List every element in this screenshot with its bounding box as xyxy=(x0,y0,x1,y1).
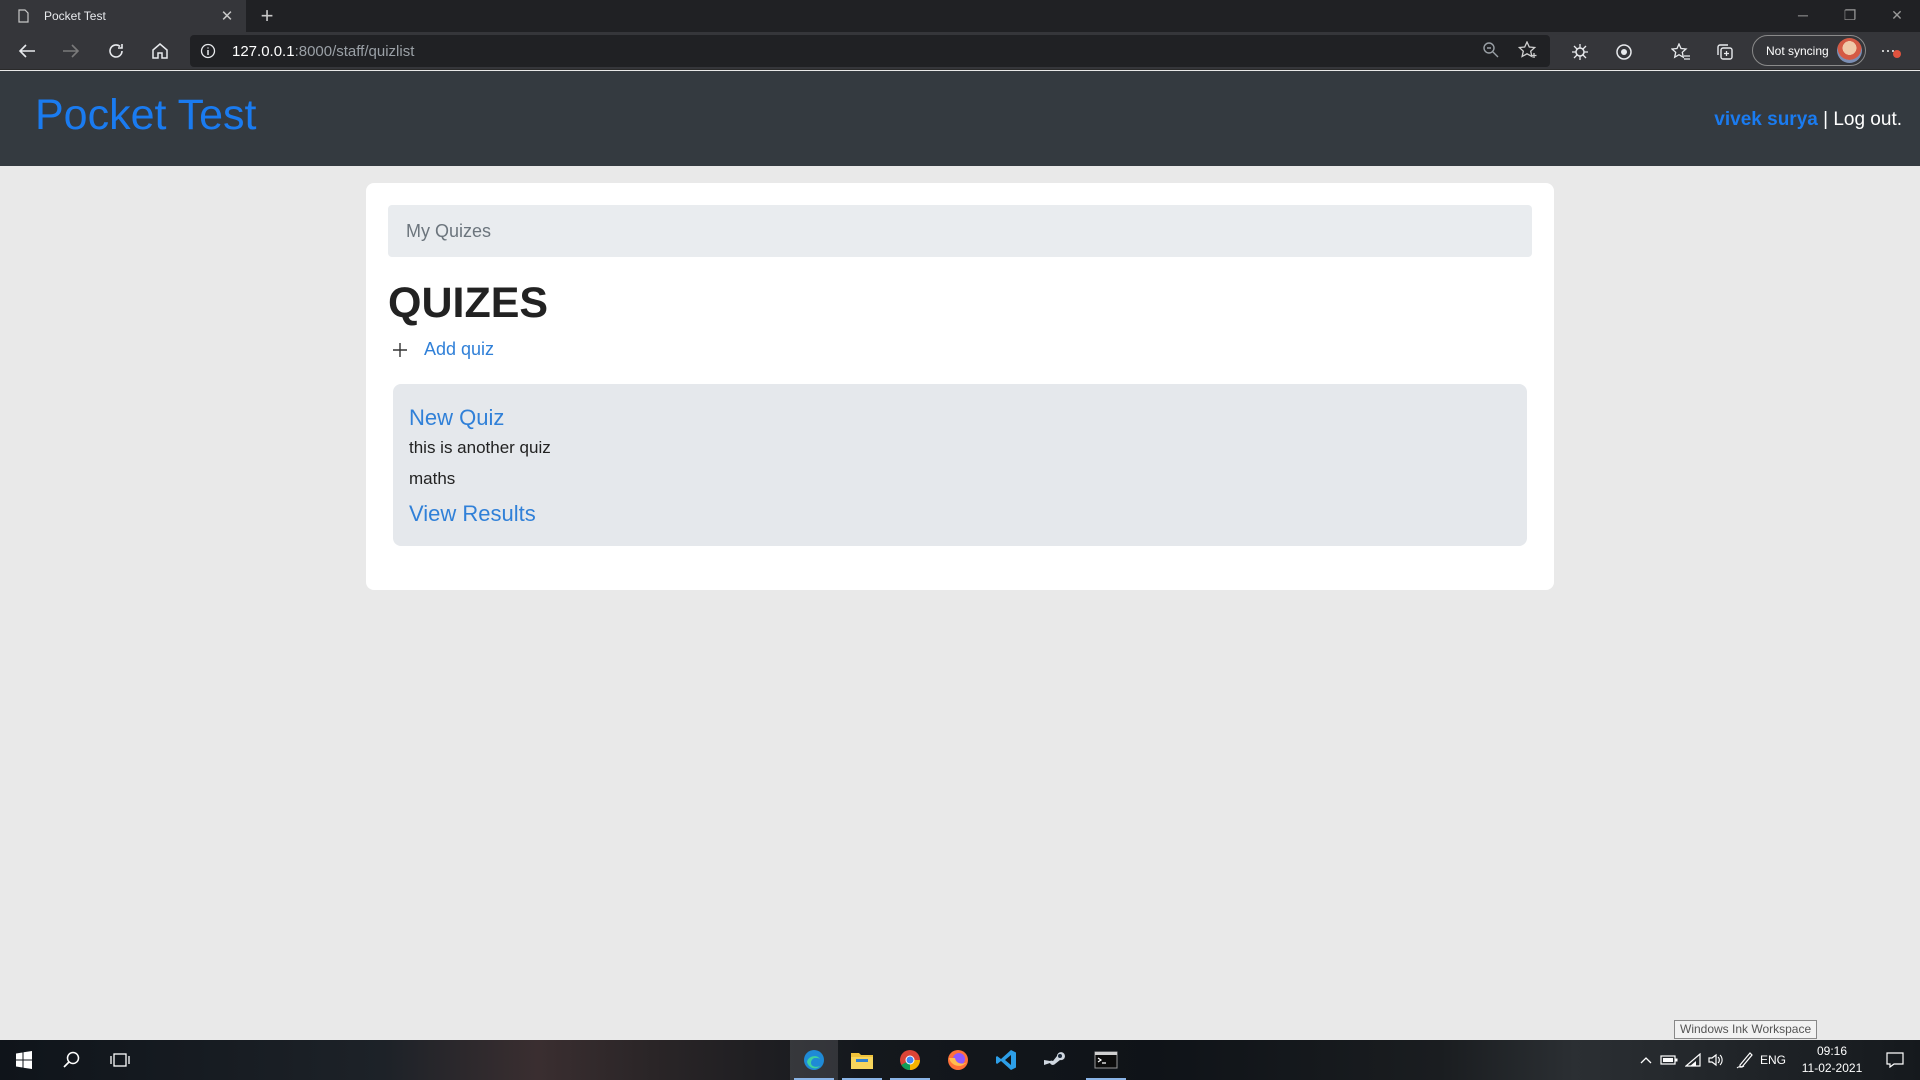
url-host: 127.0.0.1 xyxy=(232,42,295,60)
username-link[interactable]: vivek surya xyxy=(1714,109,1818,130)
settings-more-button[interactable]: ··· xyxy=(1880,40,1901,61)
quiz-description: this is another quiz xyxy=(409,438,551,457)
site-brand[interactable]: Pocket Test xyxy=(35,91,257,140)
address-bar[interactable]: 127.0.0.1:8000/staff/quizlist xyxy=(190,35,1550,67)
record-extension-icon[interactable] xyxy=(1613,41,1635,63)
windows-ink-icon[interactable] xyxy=(1733,1040,1757,1080)
quiz-subject: maths xyxy=(409,469,456,488)
volume-icon[interactable] xyxy=(1705,1040,1727,1080)
user-menu: vivek surya | Log out. xyxy=(1714,109,1902,131)
add-quiz-link[interactable]: Add quiz xyxy=(388,339,494,360)
home-button[interactable] xyxy=(147,38,173,64)
back-button[interactable] xyxy=(14,38,40,64)
tooltip: Windows Ink Workspace xyxy=(1674,1020,1818,1039)
notification-dot xyxy=(1892,50,1901,58)
clock-date: 11-02-2021 xyxy=(1801,1061,1863,1075)
vscode-icon[interactable] xyxy=(982,1040,1030,1080)
add-quiz-label: Add quiz xyxy=(424,339,495,359)
site-info-icon[interactable] xyxy=(200,43,218,59)
new-tab-button[interactable]: + xyxy=(254,3,280,29)
browser-tab-strip: Pocket Test ✕ + ─ ❐ ✕ xyxy=(0,0,1920,32)
minimize-button[interactable]: ─ xyxy=(1780,0,1826,32)
quiz-list-item: New Quiz this is another quiz maths View… xyxy=(393,384,1527,546)
chrome-icon[interactable] xyxy=(886,1040,934,1080)
notification-center-icon[interactable] xyxy=(1872,1040,1918,1080)
logout-link[interactable]: Log out. xyxy=(1833,109,1902,130)
start-button[interactable] xyxy=(0,1040,48,1080)
task-view-icon[interactable] xyxy=(96,1040,144,1080)
sync-status-button[interactable]: Not syncing xyxy=(1752,35,1866,66)
clock[interactable]: 09:16 11-02-2021 xyxy=(1790,1043,1874,1077)
restore-button[interactable]: ❐ xyxy=(1827,0,1873,32)
user-separator: | xyxy=(1817,109,1834,130)
page-icon xyxy=(18,8,32,24)
content-card: My Quizes QUIZES Add quiz New Quiz this … xyxy=(366,183,1554,590)
show-hidden-icons-button[interactable] xyxy=(1636,1040,1656,1080)
file-explorer-icon[interactable] xyxy=(838,1040,886,1080)
close-window-button[interactable]: ✕ xyxy=(1874,0,1920,32)
plus-icon xyxy=(390,340,410,360)
language-indicator[interactable]: ENG xyxy=(1756,1040,1790,1080)
tab-title: Pocket Test xyxy=(44,9,106,23)
firefox-icon[interactable] xyxy=(934,1040,982,1080)
edge-icon[interactable] xyxy=(790,1040,838,1080)
view-results-link[interactable]: View Results xyxy=(409,501,536,527)
browser-toolbar: 127.0.0.1:8000/staff/quizlist Not syncin… xyxy=(0,32,1920,70)
search-icon[interactable] xyxy=(48,1040,96,1080)
clock-time: 09:16 xyxy=(1816,1044,1848,1058)
close-tab-icon[interactable]: ✕ xyxy=(216,7,238,25)
breadcrumb: My Quizes xyxy=(388,205,1532,257)
sync-label: Not syncing xyxy=(1766,43,1829,58)
wifi-icon[interactable] xyxy=(1682,1040,1704,1080)
quiz-title-link[interactable]: New Quiz xyxy=(409,405,504,431)
favorites-icon[interactable] xyxy=(1670,41,1692,63)
taskbar: ENG 09:16 11-02-2021 xyxy=(0,1040,1920,1080)
site-header: Pocket Test vivek surya | Log out. xyxy=(0,71,1920,166)
add-favorite-icon[interactable] xyxy=(1517,40,1538,64)
collections-icon[interactable] xyxy=(1714,41,1736,63)
forward-button[interactable] xyxy=(58,38,84,64)
refresh-button[interactable] xyxy=(103,38,129,64)
steam-icon[interactable] xyxy=(1030,1040,1078,1080)
terminal-icon[interactable] xyxy=(1082,1040,1130,1080)
zoom-icon[interactable] xyxy=(1482,41,1500,64)
url-path: :8000/staff/quizlist xyxy=(294,42,415,60)
battery-icon[interactable] xyxy=(1658,1040,1680,1080)
extension-icon[interactable] xyxy=(1569,41,1591,63)
page-title: QUIZES xyxy=(388,279,549,327)
browser-tab[interactable]: Pocket Test ✕ xyxy=(0,0,246,32)
profile-avatar xyxy=(1837,38,1862,63)
